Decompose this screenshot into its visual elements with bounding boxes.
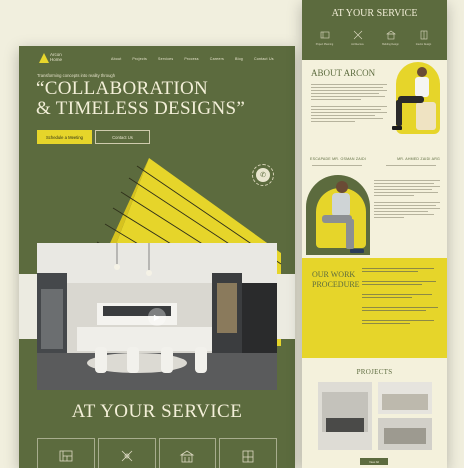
play-icon[interactable]: ▶: [148, 308, 166, 326]
side-services-section: AT YOUR SERVICE Project Planning Archite…: [302, 0, 447, 60]
drafting-tools-icon: [121, 450, 132, 462]
interior-icon: [242, 450, 254, 463]
service-cards: [37, 438, 277, 468]
founder-1-name: ESCAPADE MR. OSMAN ZAIDI: [310, 157, 367, 161]
service-card-4[interactable]: [219, 438, 277, 468]
about-title: ABOUT ARCON: [311, 68, 376, 78]
side-service-2[interactable]: Architecture: [343, 30, 372, 54]
founder-2-name: MR. AHMED ZAIDI ARG: [397, 157, 440, 161]
landing-page-mockup: Arcon Home About Projects Services Proce…: [19, 46, 295, 468]
side-service-4[interactable]: Interior Design: [409, 30, 438, 54]
side-service-1[interactable]: Project Planning: [310, 30, 339, 54]
interior-icon: [420, 30, 427, 40]
service-card-3[interactable]: [158, 438, 217, 468]
process-section: OUR WORK PROCEDURE: [302, 258, 447, 358]
view-all-projects-button[interactable]: View All: [360, 458, 388, 465]
projects-title: PROJECTS: [356, 368, 393, 376]
side-services-title: AT YOUR SERVICE: [331, 8, 418, 19]
founder2-subtext: [386, 165, 436, 168]
founder-portrait: [392, 67, 436, 130]
side-service-icons: Project Planning Architecture Building D…: [310, 30, 438, 54]
drafting-tools-icon: [353, 30, 362, 40]
blueprint-icon: [59, 450, 73, 462]
process-title: OUR WORK PROCEDURE: [312, 270, 360, 289]
services-title: AT YOUR SERVICE: [71, 401, 243, 422]
process-steps: [362, 268, 440, 326]
founder2-bio-lines: [374, 180, 440, 220]
side-service-3[interactable]: Building Design: [376, 30, 405, 54]
service-card-1[interactable]: [37, 438, 95, 468]
founder-subtext: [312, 165, 362, 168]
founders-row: ESCAPADE MR. OSMAN ZAIDI MR. AHMED ZAIDI…: [310, 157, 440, 161]
about-text-lines: [311, 84, 387, 124]
building-icon: [180, 450, 195, 463]
blueprint-icon: [320, 31, 329, 39]
founder2-portrait: [322, 181, 364, 253]
full-page-preview: AT YOUR SERVICE Project Planning Archite…: [302, 0, 447, 468]
project-gallery: [318, 382, 432, 450]
whatsapp-icon[interactable]: ✆: [256, 168, 270, 182]
building-icon: [385, 30, 396, 40]
service-card-2[interactable]: [97, 438, 156, 468]
